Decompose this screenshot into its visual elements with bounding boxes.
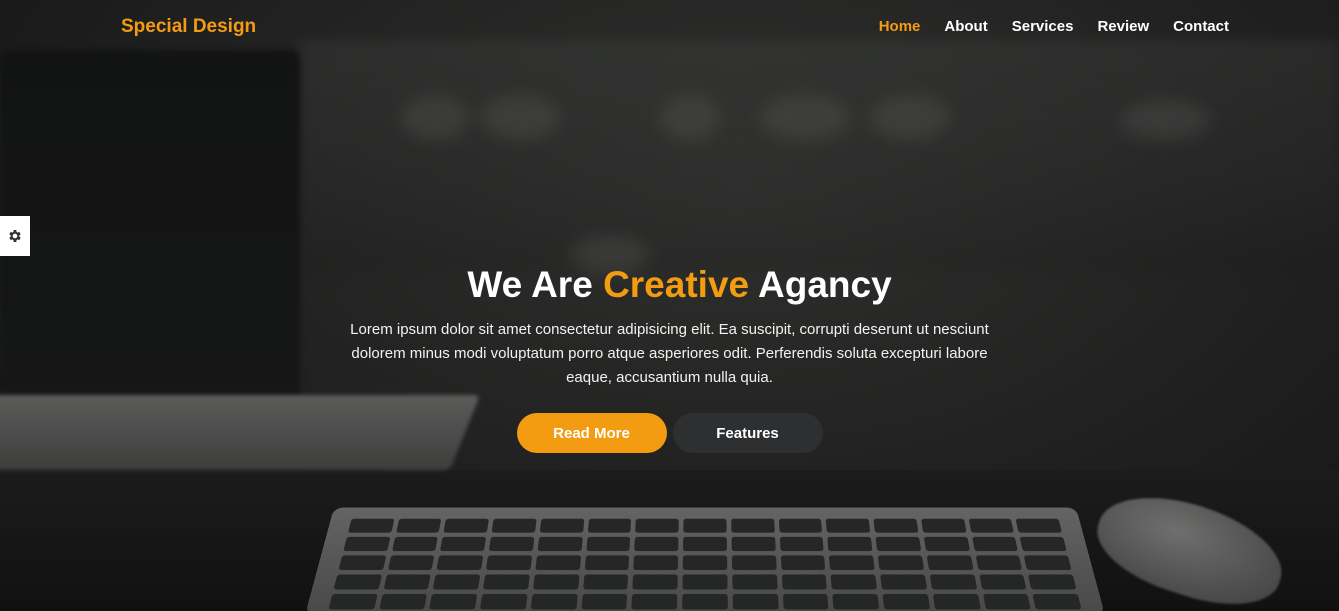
nav-link-home[interactable]: Home xyxy=(879,18,921,35)
hero-buttons: Read More Features xyxy=(0,413,1339,453)
features-button[interactable]: Features xyxy=(672,413,823,453)
nav-link-review[interactable]: Review xyxy=(1097,18,1149,35)
hero-content: We Are Creative Agancy Lorem ipsum dolor… xyxy=(0,262,1339,453)
hero-description: Lorem ipsum dolor sit amet consectetur a… xyxy=(350,321,989,386)
settings-toggle-button[interactable] xyxy=(0,216,30,256)
nav-link-services[interactable]: Services xyxy=(1012,18,1074,35)
logo[interactable]: Special Design xyxy=(121,16,256,38)
nav-link-about[interactable]: About xyxy=(944,18,987,35)
nav-link-contact[interactable]: Contact xyxy=(1173,18,1229,35)
hero-heading: We Are Creative Agancy xyxy=(0,262,1339,308)
nav-links: Home About Services Review Contact xyxy=(879,18,1229,35)
hero-section: Special Design Home About Services Revie… xyxy=(0,0,1339,611)
heading-text-end: Agancy xyxy=(749,264,892,305)
gear-icon xyxy=(9,230,21,242)
heading-text-start: We Are xyxy=(467,264,604,305)
navbar: Special Design Home About Services Revie… xyxy=(0,0,1339,56)
read-more-button[interactable]: Read More xyxy=(516,413,667,453)
heading-accent-word: Creative xyxy=(603,264,750,305)
